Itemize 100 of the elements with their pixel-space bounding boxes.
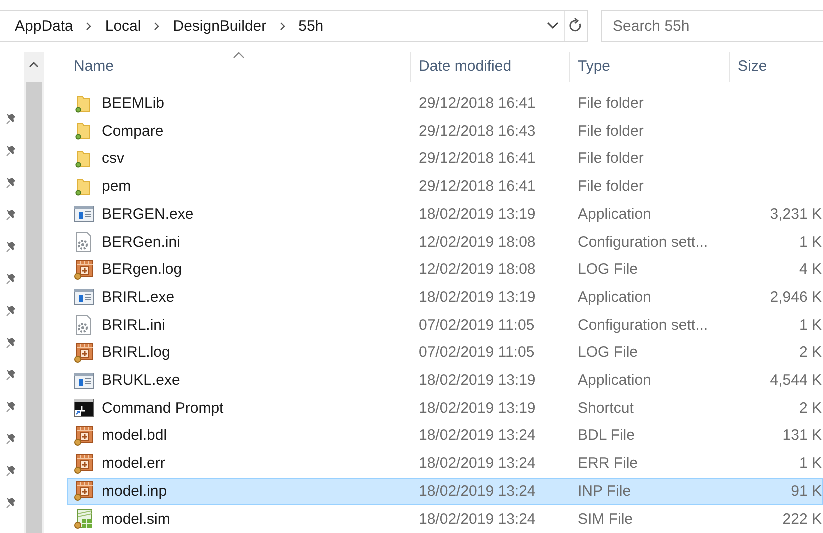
file-size: 2 K	[798, 400, 822, 417]
file-size: 4 K	[798, 261, 822, 278]
date-modified: 18/02/2019 13:19	[418, 400, 537, 417]
scrollbar[interactable]	[24, 52, 44, 533]
file-row[interactable]: BRIRL.exe 18/02/2019 13:19 Application 2,946 K	[67, 284, 823, 312]
file-row[interactable]: model.sim 18/02/2019 13:24 SIM File 222 K	[67, 505, 823, 533]
pin-icon[interactable]	[6, 178, 16, 189]
date-modified: 07/02/2019 11:05	[418, 316, 536, 334]
file-type: Application	[577, 288, 652, 306]
pin-icon[interactable]	[6, 306, 16, 317]
folder-icon	[75, 94, 93, 112]
file-size: 1 K	[798, 455, 822, 472]
file-size: 91 K	[790, 482, 822, 500]
file-type: File folder	[577, 122, 645, 140]
breadcrumb-item[interactable]: Local	[103, 18, 144, 34]
file-row[interactable]: BRIRL.ini 07/02/2019 11:05 Configuration sett... 1 K	[67, 311, 823, 339]
file-row[interactable]: BRUKL.exe 18/02/2019 13:19 Application 4,544 K	[67, 366, 823, 394]
pin-icon[interactable]	[6, 242, 16, 253]
pin-icon[interactable]	[6, 210, 16, 221]
application-icon	[74, 206, 94, 222]
file-row[interactable]: csv 29/12/2018 16:41 File folder	[67, 145, 823, 173]
column-header[interactable]: Size	[729, 52, 823, 82]
file-row[interactable]: model.err 18/02/2019 13:24 ERR File 1 K	[67, 450, 823, 478]
file-name: BRIRL.ini	[102, 316, 166, 334]
chevron-right-icon	[280, 22, 286, 30]
file-row[interactable]: model.bdl 18/02/2019 13:24 BDL File 131 K	[67, 422, 823, 450]
chevron-right-icon	[86, 22, 92, 30]
file-size: 1 K	[798, 234, 822, 251]
column-header[interactable]: Date modified	[410, 52, 569, 82]
file-row[interactable]: model.inp 18/02/2019 13:24 INP File 91 K	[67, 478, 823, 506]
date-modified: 07/02/2019 11:05	[418, 344, 536, 362]
settings-file-icon	[76, 232, 92, 252]
date-modified: 18/02/2019 13:19	[418, 288, 537, 306]
date-modified: 18/02/2019 13:24	[418, 510, 537, 528]
date-modified: 12/02/2019 18:08	[418, 261, 537, 278]
date-modified: 18/02/2019 13:24	[418, 427, 537, 444]
pin-icon[interactable]	[6, 370, 16, 381]
file-row[interactable]: BERgen.log 12/02/2019 18:08 LOG File 4 K	[67, 256, 823, 284]
file-name: BEEMLib	[102, 95, 165, 112]
date-modified: 29/12/2018 16:41	[418, 95, 537, 112]
file-row[interactable]: BRIRL.log 07/02/2019 11:05 LOG File 2 K	[67, 338, 823, 367]
file-type: LOG File	[577, 261, 640, 278]
folder-icon	[75, 122, 93, 140]
pin-icon[interactable]	[6, 114, 16, 125]
column-header[interactable]: Type	[569, 52, 729, 82]
file-row[interactable]: BEEMLib 29/12/2018 16:41 File folder	[67, 90, 823, 118]
file-size: 2 K	[798, 344, 822, 362]
breadcrumb-item[interactable]: 55h	[296, 18, 326, 34]
pin-icon[interactable]	[6, 466, 16, 477]
date-modified: 18/02/2019 13:24	[418, 482, 537, 500]
pin-icon[interactable]	[6, 338, 16, 349]
application-icon	[74, 372, 94, 389]
file-type: Shortcut	[577, 400, 635, 417]
file-name: pem	[102, 178, 132, 196]
date-modified: 18/02/2019 13:19	[418, 372, 537, 390]
file-type: INP File	[577, 482, 632, 500]
refresh-icon	[569, 18, 583, 34]
file-name: model.err	[102, 455, 166, 472]
address-bar[interactable]: AppData Local DesignBuilder 55h	[0, 10, 588, 42]
date-modified: 12/02/2019 18:08	[418, 234, 537, 251]
file-name: Compare	[102, 122, 164, 140]
file-size: 222 K	[782, 510, 822, 528]
file-row[interactable]: BERGEN.exe 18/02/2019 13:19 Application 3,231 K	[67, 200, 823, 228]
folder-icon	[75, 150, 93, 168]
date-modified: 29/12/2018 16:41	[418, 178, 537, 196]
file-name: BERgen.log	[102, 261, 182, 278]
scroll-up-icon	[29, 62, 39, 68]
settings-file-icon	[76, 315, 92, 336]
file-type: Application	[577, 372, 652, 390]
file-type: File folder	[577, 150, 645, 168]
pin-icon[interactable]	[6, 434, 16, 445]
pin-icon[interactable]	[6, 498, 16, 509]
file-size: 131 K	[782, 427, 822, 444]
search-field[interactable]: Search 55h	[601, 10, 823, 42]
folder-icon	[75, 178, 93, 196]
breadcrumb-item[interactable]: DesignBuilder	[171, 18, 269, 34]
document-box-icon	[74, 342, 94, 363]
chevron-right-icon	[154, 22, 160, 30]
file-name: BERGen.ini	[102, 234, 180, 251]
file-row[interactable]: Compare 29/12/2018 16:43 File folder	[67, 117, 823, 146]
pin-icon[interactable]	[6, 274, 16, 285]
file-type: Configuration sett...	[577, 316, 710, 334]
column-header[interactable]: Name	[67, 52, 410, 82]
file-name: Command Prompt	[102, 400, 224, 417]
breadcrumb-item[interactable]: AppData	[13, 18, 76, 34]
pin-icon[interactable]	[6, 146, 16, 157]
file-type: File folder	[577, 178, 645, 196]
file-size: 4,544 K	[769, 372, 822, 390]
pin-icon[interactable]	[6, 402, 16, 413]
file-row[interactable]: BERGen.ini 12/02/2019 18:08 Configuration sett... 1 K	[67, 228, 823, 256]
file-type: File folder	[577, 95, 645, 112]
date-modified: 29/12/2018 16:41	[418, 150, 537, 168]
date-modified: 18/02/2019 13:24	[418, 455, 537, 472]
file-type: SIM File	[577, 510, 634, 528]
file-row[interactable]: Command Prompt 18/02/2019 13:19 Shortcut 2 K	[67, 394, 823, 422]
file-name: model.inp	[102, 482, 168, 500]
chevron-down-icon	[547, 22, 559, 30]
file-row[interactable]: pem 29/12/2018 16:41 File folder	[67, 172, 823, 200]
file-name: BERGEN.exe	[102, 206, 194, 223]
file-type: Configuration sett...	[577, 234, 710, 251]
